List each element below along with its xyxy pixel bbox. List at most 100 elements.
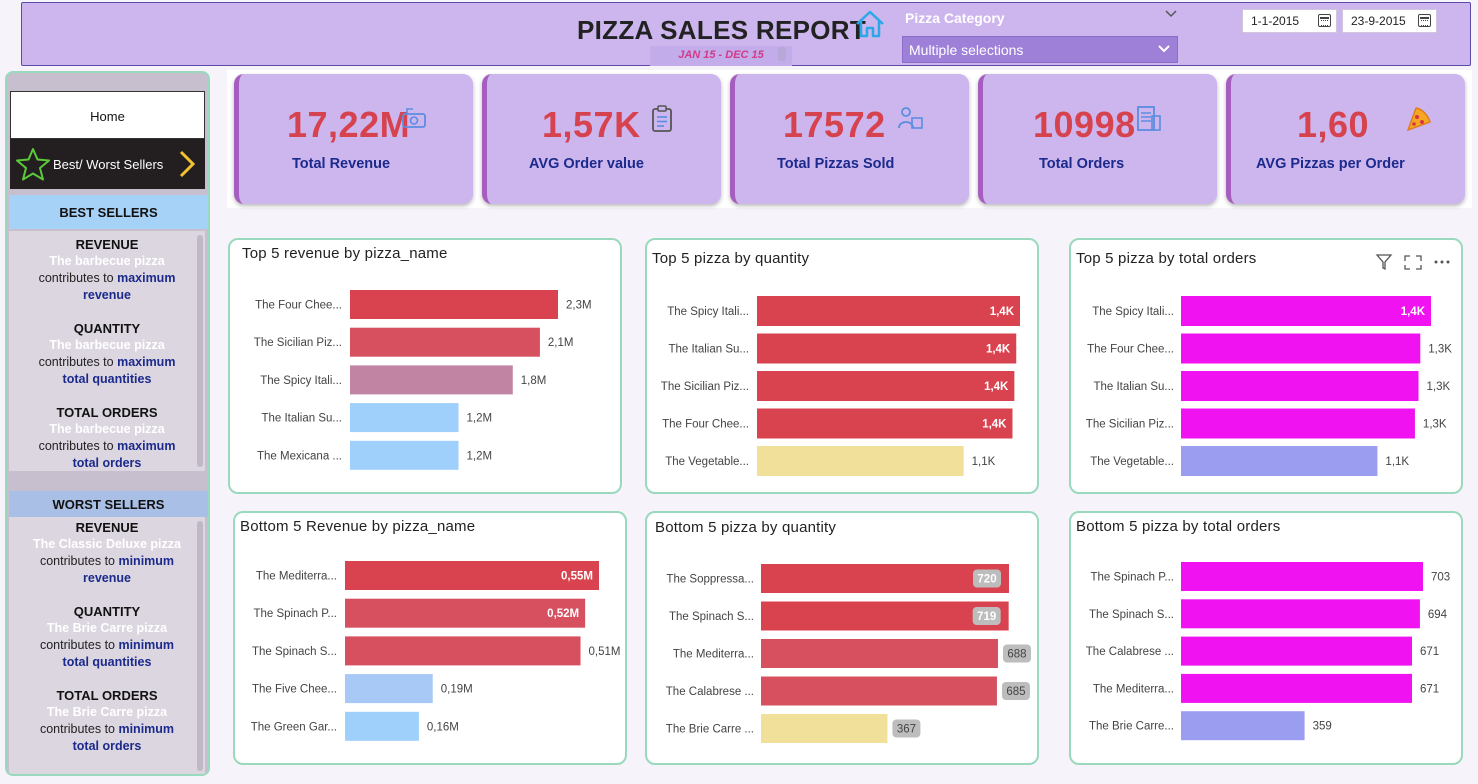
bar[interactable] <box>761 676 997 706</box>
bar[interactable] <box>345 674 433 704</box>
category-label: The Spinach S... <box>252 646 337 658</box>
category-label: The Four Chee... <box>662 419 749 431</box>
report-header: PIZZA SALES REPORT JAN 15 - DEC 15 Pizza… <box>21 2 1471 66</box>
kpi-card-total-orders[interactable]: 10998 Total Orders <box>978 74 1217 204</box>
bar[interactable] <box>1181 408 1415 439</box>
chart-card-bottom-quantity[interactable]: Bottom 5 pizza by quantity The Soppressa… <box>645 511 1039 765</box>
bar[interactable] <box>1181 446 1378 476</box>
bar[interactable] <box>345 711 419 741</box>
block-item: The Classic Deluxe pizza <box>33 537 181 551</box>
kpi-card-avg-pizzas-per-order[interactable]: 1,60 AVG Pizzas per Order <box>1226 74 1465 204</box>
bar[interactable] <box>757 446 964 476</box>
chart-card-bottom-revenue[interactable]: Bottom 5 Revenue by pizza_name The Medit… <box>233 511 627 765</box>
report-period: JAN 15 - DEC 15 <box>650 46 792 66</box>
category-label: The Mediterra... <box>673 649 754 661</box>
chevron-down-icon[interactable] <box>1164 9 1178 19</box>
bar[interactable] <box>757 371 1015 401</box>
data-label: 1,3K <box>1428 344 1452 356</box>
kpi-card-total-revenue[interactable]: 17,22M Total Revenue <box>234 74 473 204</box>
block-title: REVENUE <box>75 237 139 252</box>
bar[interactable] <box>1181 636 1412 666</box>
category-label: The Spinach P... <box>1090 572 1174 584</box>
sidebar: Home Best/ Worst Sellers BEST SELLERS RE… <box>5 71 210 776</box>
best-sellers-panel: REVENUE The barbecue pizza contributes t… <box>9 231 205 471</box>
data-label: 719 <box>977 611 996 623</box>
bar[interactable] <box>761 714 888 743</box>
bar[interactable] <box>1181 673 1412 703</box>
data-label: 1,1K <box>972 456 996 468</box>
star-icon <box>16 148 50 181</box>
data-label: 1,4K <box>1401 306 1426 318</box>
bar[interactable] <box>761 639 998 668</box>
bar[interactable] <box>757 296 1020 326</box>
bar[interactable] <box>1181 562 1423 591</box>
data-label: 0,19M <box>441 684 473 696</box>
calendar-icon[interactable] <box>1318 14 1331 27</box>
bar[interactable] <box>345 636 581 666</box>
block-title: TOTAL ORDERS <box>56 405 158 420</box>
bar[interactable] <box>1181 711 1305 741</box>
chart-card-bottom-orders[interactable]: Bottom 5 pizza by total orders The Spina… <box>1069 511 1463 765</box>
data-label: 1,1K <box>1385 456 1409 468</box>
category-label: The Italian Su... <box>261 413 342 425</box>
end-date-input[interactable]: 23-9-2015 <box>1342 9 1437 33</box>
start-date-input[interactable]: 1-1-2015 <box>1242 9 1337 33</box>
category-label: The Spinach S... <box>1089 609 1174 621</box>
bar-chart-bottom-quantity: The Soppressa... 720 The Spinach S... 719 Th… <box>666 564 1031 743</box>
chart-card-top-quantity[interactable]: Top 5 pizza by quantity The Spicy Itali.… <box>645 238 1039 494</box>
category-label: The Sicilian Piz... <box>1086 419 1174 431</box>
block-metric: total orders <box>72 739 142 753</box>
data-label: 0,51M <box>589 646 621 658</box>
bar[interactable] <box>761 564 1009 593</box>
bar[interactable] <box>757 408 1013 439</box>
bar[interactable] <box>350 440 459 470</box>
resize-handle[interactable] <box>778 47 786 61</box>
category-label: The Vegetable... <box>1090 456 1174 468</box>
best-worst-sellers-button[interactable]: Best/ Worst Sellers <box>10 139 205 189</box>
bar[interactable] <box>1181 296 1431 326</box>
data-label: 1,8M <box>521 375 547 387</box>
receipt-list-icon <box>1137 106 1161 131</box>
category-label: The Spicy Itali... <box>1092 306 1174 318</box>
home-icon[interactable] <box>854 8 886 40</box>
block-title: QUANTITY <box>73 604 141 619</box>
money-hand-icon <box>402 108 426 128</box>
data-label: 1,4K <box>984 381 1009 393</box>
best-sellers-heading: BEST SELLERS <box>9 195 208 229</box>
category-label: The Calabrese ... <box>1086 646 1174 658</box>
pizza-category-value: Multiple selections <box>909 42 1024 58</box>
calendar-icon[interactable] <box>1418 14 1431 27</box>
bar[interactable] <box>350 403 459 433</box>
bar[interactable] <box>1181 371 1419 401</box>
bar[interactable] <box>761 601 1009 631</box>
data-label: 703 <box>1431 572 1450 584</box>
data-label: 0,16M <box>427 721 459 733</box>
block-text: contributes to <box>39 722 119 736</box>
kpi-card-total-pizzas-sold[interactable]: 17572 Total Pizzas Sold <box>730 74 969 204</box>
best-worst-sellers-label: Best/ Worst Sellers <box>53 157 164 172</box>
bar[interactable] <box>350 290 558 319</box>
best-quantity-block: QUANTITY The barbecue pizza contributes … <box>9 320 205 388</box>
bar[interactable] <box>1181 599 1420 629</box>
block-metric: total quantities <box>62 655 152 669</box>
block-title: TOTAL ORDERS <box>56 688 158 703</box>
bar[interactable] <box>350 327 540 357</box>
category-label: The Four Chee... <box>1087 344 1174 356</box>
chart-card-top-orders[interactable]: Top 5 pizza by total orders The Spicy It… <box>1069 238 1463 494</box>
block-emphasis: minimum <box>118 722 175 736</box>
block-metric: total orders <box>72 456 142 470</box>
chart-card-top-revenue[interactable]: Top 5 revenue by pizza_name The Four Che… <box>228 238 622 494</box>
bar[interactable] <box>350 365 513 395</box>
block-item: The Brie Carre pizza <box>46 705 168 719</box>
kpi-card-avg-order-value[interactable]: 1,57K AVG Order value <box>482 74 721 204</box>
category-label: The Calabrese ... <box>666 686 754 698</box>
data-label: 359 <box>1313 721 1332 733</box>
bar[interactable] <box>1181 333 1421 364</box>
worst-quantity-block: QUANTITY The Brie Carre pizza contribute… <box>9 603 205 671</box>
bar[interactable] <box>757 333 1017 364</box>
home-button[interactable]: Home <box>10 91 205 139</box>
data-label: 671 <box>1420 646 1439 658</box>
category-label: The Spinach S... <box>669 611 754 623</box>
pizza-category-dropdown[interactable]: Multiple selections <box>902 36 1178 63</box>
data-label: 2,3M <box>566 300 592 312</box>
